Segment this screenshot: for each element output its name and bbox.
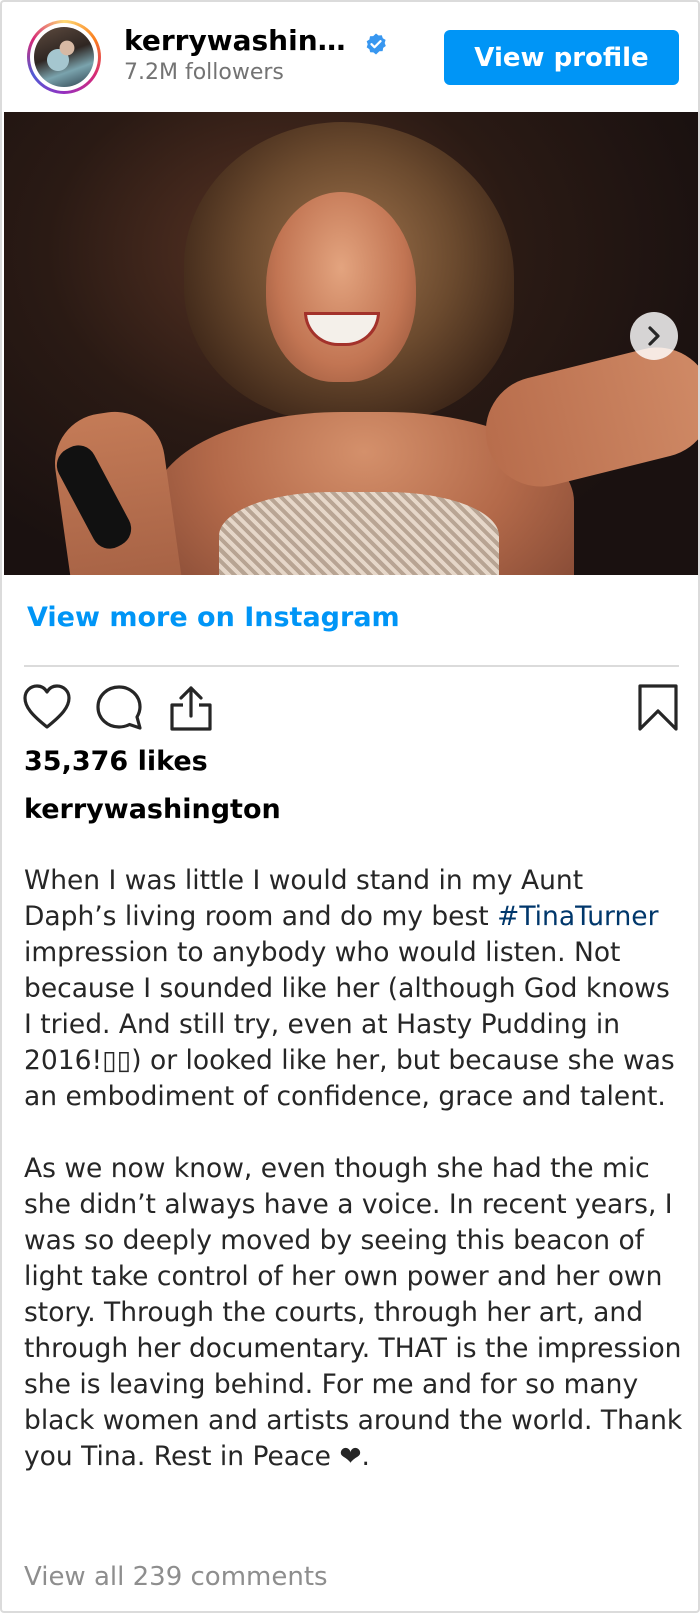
post-header: kerrywashin… 7.2M followers View profile: [2, 2, 698, 110]
instagram-embed-card: kerrywashin… 7.2M followers View profile…: [0, 0, 700, 1613]
like-count[interactable]: 35,376 likes: [24, 746, 208, 777]
caption-paragraph-1: When I was little I would stand in my Au…: [24, 865, 675, 1112]
profile-avatar[interactable]: [27, 20, 101, 94]
view-more-on-instagram-link[interactable]: View more on Instagram: [27, 602, 400, 633]
chevron-right-icon: [648, 326, 660, 346]
verified-badge-icon: [366, 33, 386, 55]
post-photo[interactable]: [4, 112, 698, 575]
comment-bubble-icon[interactable]: [94, 683, 144, 733]
hashtag-link[interactable]: #TinaTurner: [497, 901, 658, 932]
caption-username[interactable]: kerrywashington: [24, 794, 281, 825]
caption-paragraph-2: As we now know, even though she had the …: [24, 1153, 683, 1472]
profile-username[interactable]: kerrywashin…: [124, 24, 346, 57]
view-profile-button[interactable]: View profile: [444, 30, 679, 85]
next-photo-button[interactable]: [630, 312, 678, 360]
divider: [24, 665, 679, 667]
avatar-image: [34, 27, 94, 87]
view-all-comments-link[interactable]: View all 239 comments: [24, 1562, 328, 1592]
follower-count: 7.2M followers: [124, 60, 284, 85]
post-caption: When I was little I would stand in my Au…: [24, 863, 684, 1475]
bookmark-icon[interactable]: [636, 683, 680, 733]
share-icon[interactable]: [166, 683, 216, 733]
heart-icon[interactable]: [22, 683, 72, 731]
